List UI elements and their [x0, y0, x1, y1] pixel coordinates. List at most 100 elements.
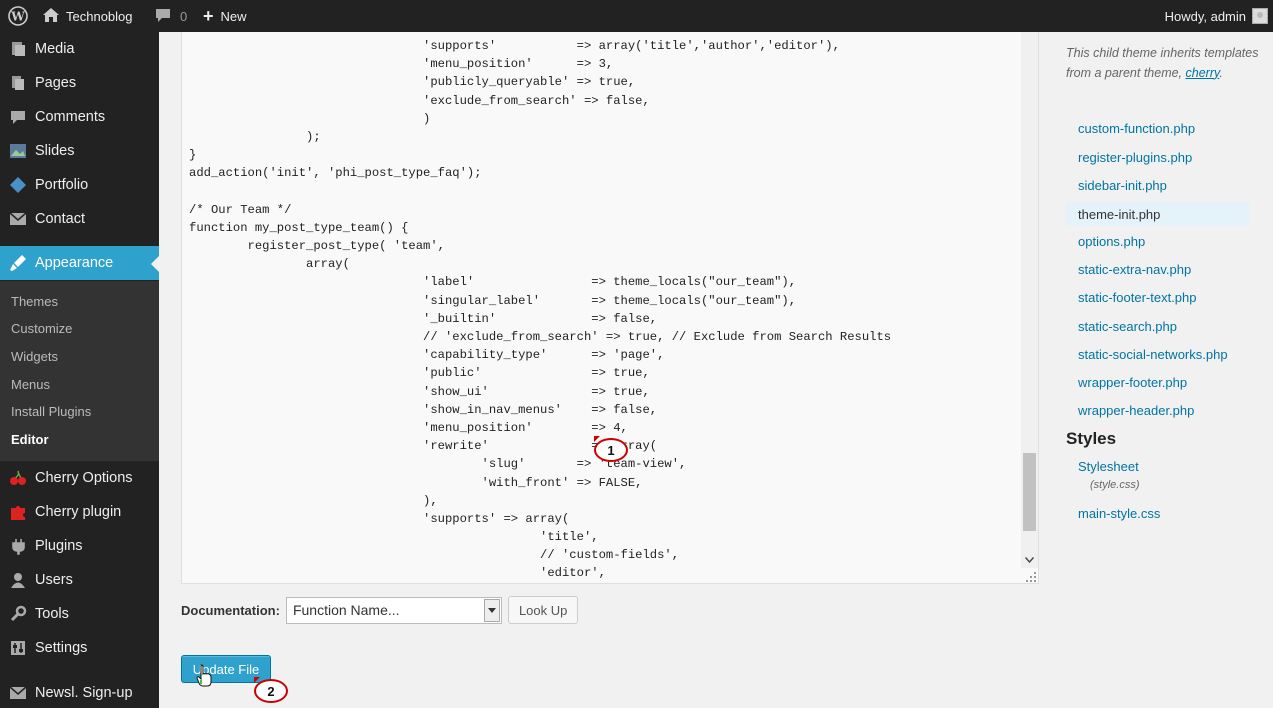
comment-bubble-icon — [154, 7, 172, 26]
code-line: /* Our Team */ — [189, 202, 292, 217]
callout-marker-2: 2 — [254, 679, 288, 703]
code-line: 'label' => theme_locals("our_team"), — [189, 275, 797, 290]
code-line: 'capability_type' => 'page', — [189, 348, 665, 363]
plugins-icon — [0, 537, 35, 555]
submenu-item-install-plugins[interactable]: Install Plugins — [11, 404, 91, 419]
template-file-link[interactable]: wrapper-header.php — [1078, 403, 1194, 418]
hand-cursor-icon — [196, 664, 214, 693]
pages-icon — [0, 74, 35, 92]
menu-item-cherry-plugin[interactable]: Cherry plugin — [0, 495, 159, 529]
submenu-item-widgets[interactable]: Widgets — [11, 349, 58, 364]
code-line: 'show_ui' => true, — [189, 384, 650, 399]
code-line: } — [189, 148, 197, 163]
plugin-puzzle-icon — [0, 503, 35, 521]
svg-text:W: W — [10, 10, 25, 24]
submenu-item-themes[interactable]: Themes — [11, 294, 58, 309]
stylesheet-filename: (style.css) — [1090, 479, 1140, 491]
comments-count: 0 — [180, 8, 188, 24]
template-file-link[interactable]: register-plugins.php — [1078, 150, 1192, 165]
documentation-row: Documentation: Function Name... Look Up — [181, 596, 579, 624]
callout-marker-1: 1 — [594, 438, 628, 462]
template-file-link[interactable]: static-extra-nav.php — [1078, 262, 1191, 277]
template-file-link[interactable]: sidebar-init.php — [1078, 178, 1167, 193]
menu-item-users[interactable]: Users — [0, 563, 159, 597]
users-icon — [0, 571, 35, 589]
menu-item-settings[interactable]: Settings — [0, 631, 159, 665]
code-line: 'supports' => array('title','author','ed… — [189, 39, 840, 53]
function-name-select[interactable]: Function Name... — [285, 596, 502, 624]
scroll-down-arrow-icon[interactable] — [1021, 551, 1038, 568]
menu-item-slides[interactable]: Slides — [0, 134, 159, 168]
newsletter-icon — [0, 686, 35, 700]
code-line: 'menu_position' => 4, — [189, 420, 628, 435]
template-file-link[interactable]: options.php — [1078, 234, 1145, 249]
chevron-down-icon[interactable] — [483, 598, 500, 622]
style-file-link[interactable]: main-style.css — [1078, 506, 1160, 521]
theme-files-sidebar: This child theme inherits templates from… — [1040, 32, 1273, 708]
appearance-submenu: Themes Customize Widgets Menus Install P… — [0, 281, 159, 461]
submenu-item-customize[interactable]: Customize — [11, 321, 72, 336]
menu-item-cherry-options[interactable]: Cherry Options — [0, 461, 159, 495]
code-line: 'slug' => 'team-view', — [189, 457, 687, 472]
code-line: 'publicly_queryable' => true, — [189, 75, 636, 90]
template-file-link[interactable]: static-search.php — [1078, 319, 1177, 334]
code-line: add_action('init', 'phi_post_type_faq'); — [189, 166, 482, 181]
site-name: Technoblog — [66, 8, 133, 24]
contact-icon — [0, 212, 35, 226]
menu-item-pages[interactable]: Pages — [0, 66, 159, 100]
child-theme-description: This child theme inherits templates from… — [1066, 46, 1259, 80]
submenu-item-menus[interactable]: Menus — [11, 377, 50, 392]
menu-item-portfolio[interactable]: Portfolio — [0, 168, 159, 202]
look-up-button[interactable]: Look Up — [507, 596, 579, 624]
howdy-text: Howdy, admin — [1164, 8, 1246, 24]
admin-bar: W Technoblog 0 + New Howdy, admin — [0, 0, 1273, 32]
code-lines: 'supports' => array('title','author','ed… — [189, 37, 891, 583]
code-line: '_builtin' => false, — [189, 311, 658, 326]
code-line: ); — [189, 129, 321, 144]
menu-item-appearance[interactable]: Appearance — [0, 246, 159, 280]
code-line: 'show_in_nav_menus' => false, — [189, 402, 658, 417]
code-line: 'public' => true, — [189, 366, 650, 381]
menu-item-contact[interactable]: Contact — [0, 202, 159, 236]
template-file-link[interactable]: static-footer-text.php — [1078, 290, 1197, 305]
code-line: 'with_front' => FALSE, — [189, 475, 643, 490]
template-file-link[interactable]: static-social-networks.php — [1078, 347, 1228, 362]
parent-theme-link[interactable]: cherry — [1186, 66, 1220, 80]
menu-item-comments[interactable]: Comments — [0, 100, 159, 134]
menu-item-plugins[interactable]: Plugins — [0, 529, 159, 563]
appearance-icon — [0, 254, 35, 272]
code-line: 'menu_position' => 3, — [189, 57, 614, 72]
documentation-label: Documentation: — [181, 602, 280, 618]
site-home-link[interactable]: Technoblog — [42, 0, 133, 32]
new-content-menu[interactable]: + New — [203, 0, 247, 32]
template-file-link[interactable]: custom-function.php — [1078, 121, 1195, 136]
code-line: function my_post_type_team() { — [189, 220, 409, 235]
editor-scrollbar[interactable] — [1021, 32, 1038, 568]
comments-link[interactable]: 0 — [154, 0, 187, 32]
wordpress-logo-icon[interactable]: W — [6, 0, 30, 32]
code-line: array( — [189, 257, 350, 272]
menu-item-newsletter-signup[interactable]: Newsl. Sign-up — [0, 676, 159, 708]
code-line: 'supports' => array( — [189, 511, 570, 526]
resize-grip-icon[interactable] — [1025, 570, 1037, 582]
scrollbar-thumb[interactable] — [1023, 453, 1036, 531]
menu-item-tools[interactable]: Tools — [0, 597, 159, 631]
admin-menu: Media Pages Comments Slides Portfolio Co… — [0, 32, 159, 708]
media-icon — [0, 40, 35, 58]
submenu-item-editor[interactable]: Editor — [11, 432, 49, 447]
styles-heading: Styles — [1066, 429, 1117, 448]
code-line: 'exclude_from_search' => false, — [189, 93, 650, 108]
plus-icon: + — [203, 5, 214, 26]
template-file-link[interactable]: theme-init.php — [1066, 202, 1250, 226]
code-line: 'singular_label' => theme_locals("our_te… — [189, 293, 797, 308]
stylesheet-link[interactable]: Stylesheet — [1078, 459, 1139, 474]
code-line: 'title', — [189, 530, 599, 545]
tools-icon — [0, 605, 35, 623]
template-file-link[interactable]: wrapper-footer.php — [1078, 375, 1187, 390]
menu-item-media[interactable]: Media — [0, 32, 159, 66]
account-menu[interactable]: Howdy, admin — [1165, 0, 1268, 32]
code-editor[interactable]: 'supports' => array('title','author','ed… — [181, 32, 1039, 584]
portfolio-icon — [0, 176, 35, 194]
code-line: 'editor', — [189, 566, 606, 581]
